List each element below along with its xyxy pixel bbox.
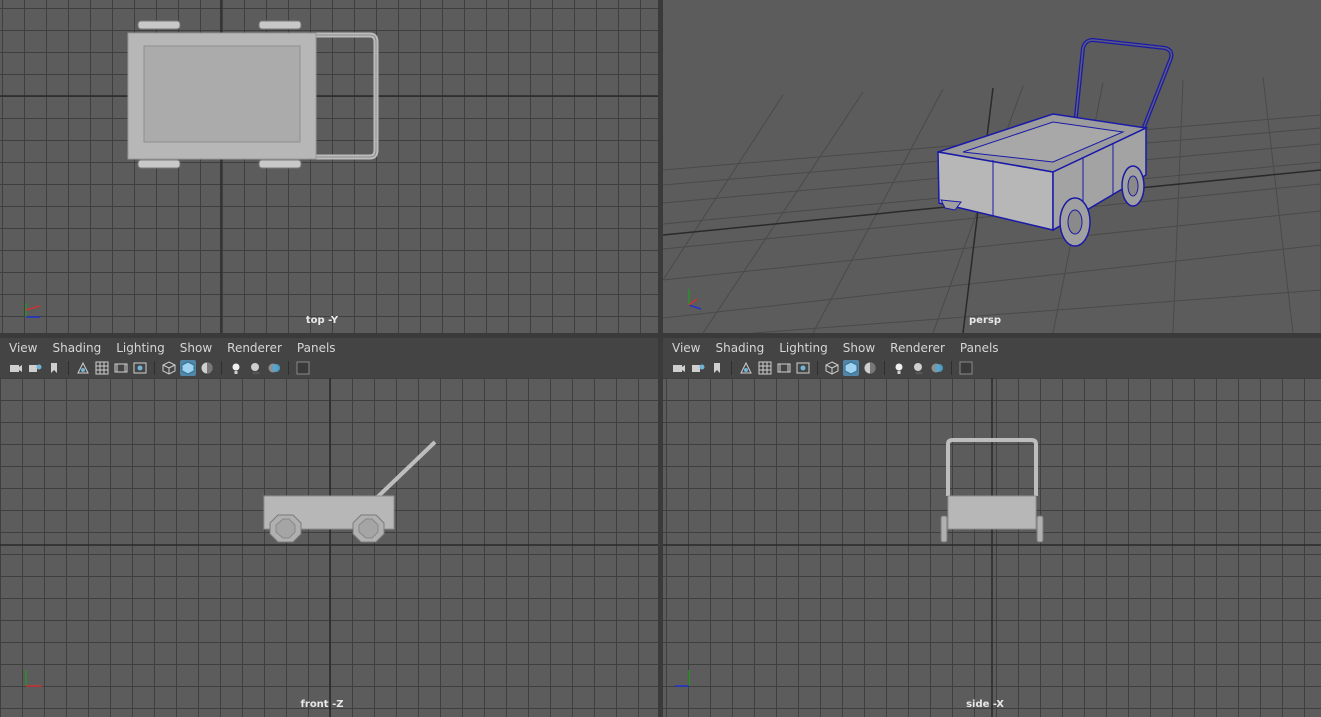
- menu-shading[interactable]: Shading: [715, 341, 764, 355]
- viewport-label: side -X: [966, 699, 1004, 710]
- viewport-persp[interactable]: persp: [663, 0, 1321, 333]
- film-gate-icon[interactable]: [113, 360, 129, 376]
- viewport-side[interactable]: side -X: [663, 378, 1321, 717]
- film-gate-icon[interactable]: [776, 360, 792, 376]
- resolution-gate-icon[interactable]: [132, 360, 148, 376]
- toolbar-separator: [68, 361, 69, 375]
- menu-show[interactable]: Show: [180, 341, 212, 355]
- xray-icon[interactable]: [266, 360, 282, 376]
- xray-icon[interactable]: [929, 360, 945, 376]
- toolbar-separator: [951, 361, 952, 375]
- panel-toolbar-right: [663, 358, 1321, 378]
- pane-divider-vertical[interactable]: [658, 0, 663, 717]
- camera-attr-icon[interactable]: [690, 360, 706, 376]
- menu-lighting[interactable]: Lighting: [779, 341, 828, 355]
- axis-gizmo: [688, 289, 702, 310]
- lights-icon[interactable]: [891, 360, 907, 376]
- viewport-label: top -Y: [305, 315, 339, 326]
- bookmark-icon[interactable]: [46, 360, 62, 376]
- shadows-icon[interactable]: [247, 360, 263, 376]
- menu-view[interactable]: View: [672, 341, 700, 355]
- viewport-label: front -Z: [300, 699, 344, 710]
- pane-divider-horizontal[interactable]: [0, 333, 1321, 338]
- axis-gizmo: [675, 670, 690, 687]
- toolbar-separator: [288, 361, 289, 375]
- image-plane-icon[interactable]: [75, 360, 91, 376]
- menu-show[interactable]: Show: [843, 341, 875, 355]
- panel-menubar-left: View Shading Lighting Show Renderer Pane…: [0, 338, 658, 358]
- menu-panels[interactable]: Panels: [960, 341, 999, 355]
- menu-lighting[interactable]: Lighting: [116, 341, 165, 355]
- toolbar-separator: [731, 361, 732, 375]
- toolbar-separator: [154, 361, 155, 375]
- textured-icon[interactable]: [862, 360, 878, 376]
- side-view-canvas: [663, 378, 1321, 717]
- image-plane-icon[interactable]: [738, 360, 754, 376]
- menu-shading[interactable]: Shading: [52, 341, 101, 355]
- menu-renderer[interactable]: Renderer: [890, 341, 945, 355]
- cart-wheel: [1036, 515, 1044, 543]
- toolbar-separator: [884, 361, 885, 375]
- resolution-gate-icon[interactable]: [795, 360, 811, 376]
- toolbar-separator: [221, 361, 222, 375]
- bookmark-icon[interactable]: [709, 360, 725, 376]
- axis-gizmo: [25, 303, 41, 318]
- viewport-label: persp: [969, 315, 1001, 326]
- cart-wheel: [940, 515, 948, 543]
- cart-bed-inner: [143, 45, 301, 143]
- panel-toolbar-left: [0, 358, 658, 378]
- front-view-canvas: [0, 378, 658, 717]
- cart-model-persp: [937, 37, 1174, 247]
- menu-panels[interactable]: Panels: [297, 341, 336, 355]
- cart-bed: [947, 495, 1037, 530]
- isolate-icon[interactable]: [958, 360, 974, 376]
- smooth-shade-icon[interactable]: [843, 360, 859, 376]
- toolbar-separator: [817, 361, 818, 375]
- lights-icon[interactable]: [228, 360, 244, 376]
- top-view-canvas: [0, 0, 658, 333]
- menu-renderer[interactable]: Renderer: [227, 341, 282, 355]
- axis-gizmo: [25, 670, 42, 687]
- viewport-top[interactable]: top -Y: [0, 0, 658, 333]
- wireframe-icon[interactable]: [161, 360, 177, 376]
- smooth-shade-icon[interactable]: [180, 360, 196, 376]
- textured-icon[interactable]: [199, 360, 215, 376]
- camera-attr-icon[interactable]: [27, 360, 43, 376]
- persp-grid-canvas: [663, 37, 1321, 333]
- isolate-icon[interactable]: [295, 360, 311, 376]
- camera-icon[interactable]: [8, 360, 24, 376]
- menu-view[interactable]: View: [9, 341, 37, 355]
- wireframe-icon[interactable]: [824, 360, 840, 376]
- grid-icon[interactable]: [94, 360, 110, 376]
- camera-icon[interactable]: [671, 360, 687, 376]
- panel-menubar-right: View Shading Lighting Show Renderer Pane…: [663, 338, 1321, 358]
- viewport-front[interactable]: front -Z: [0, 378, 658, 717]
- grid-icon[interactable]: [757, 360, 773, 376]
- shadows-icon[interactable]: [910, 360, 926, 376]
